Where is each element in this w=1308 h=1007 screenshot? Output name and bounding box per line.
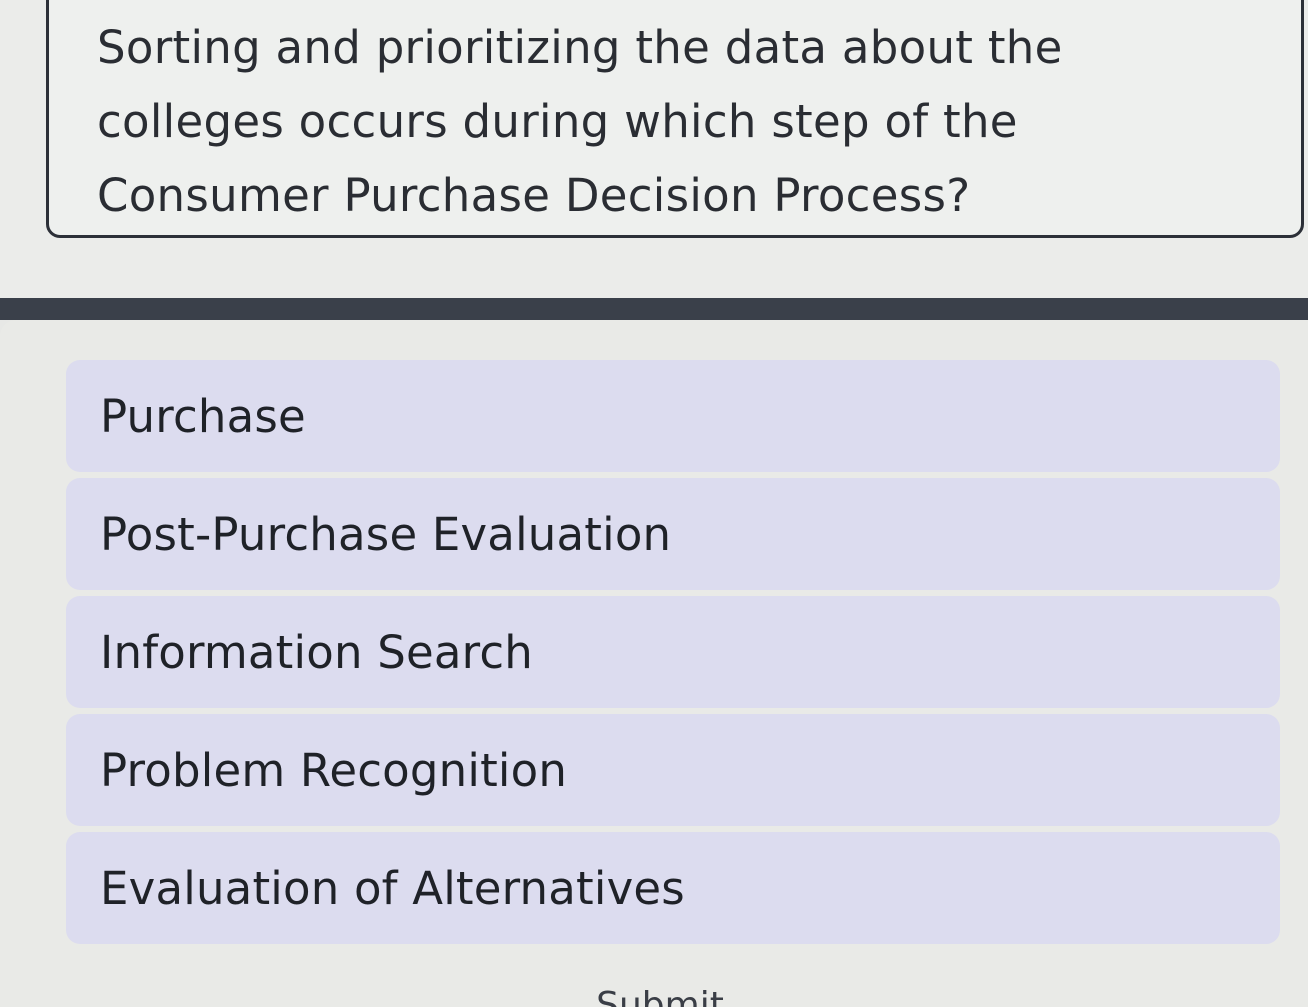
answer-option-label: Evaluation of Alternatives — [100, 861, 685, 915]
answer-option-problem-recognition[interactable]: Problem Recognition — [66, 714, 1280, 826]
answer-option-post-purchase-evaluation[interactable]: Post-Purchase Evaluation — [66, 478, 1280, 590]
answer-options-list: Purchase Post-Purchase Evaluation Inform… — [66, 360, 1280, 950]
answer-panel: Purchase Post-Purchase Evaluation Inform… — [0, 320, 1308, 1007]
question-area: Sorting and prioritizing the data about … — [0, 0, 1308, 300]
section-divider — [0, 298, 1308, 320]
question-card: Sorting and prioritizing the data about … — [46, 0, 1304, 238]
answer-option-evaluation-of-alternatives[interactable]: Evaluation of Alternatives — [66, 832, 1280, 944]
question-text: Sorting and prioritizing the data about … — [97, 21, 1063, 222]
answer-option-label: Purchase — [100, 389, 306, 443]
answer-option-purchase[interactable]: Purchase — [66, 360, 1280, 472]
answer-option-label: Post-Purchase Evaluation — [100, 507, 672, 561]
answer-option-information-search[interactable]: Information Search — [66, 596, 1280, 708]
submit-button[interactable]: Submit — [560, 976, 760, 1007]
answer-option-label: Information Search — [100, 625, 533, 679]
answer-option-label: Problem Recognition — [100, 743, 568, 797]
